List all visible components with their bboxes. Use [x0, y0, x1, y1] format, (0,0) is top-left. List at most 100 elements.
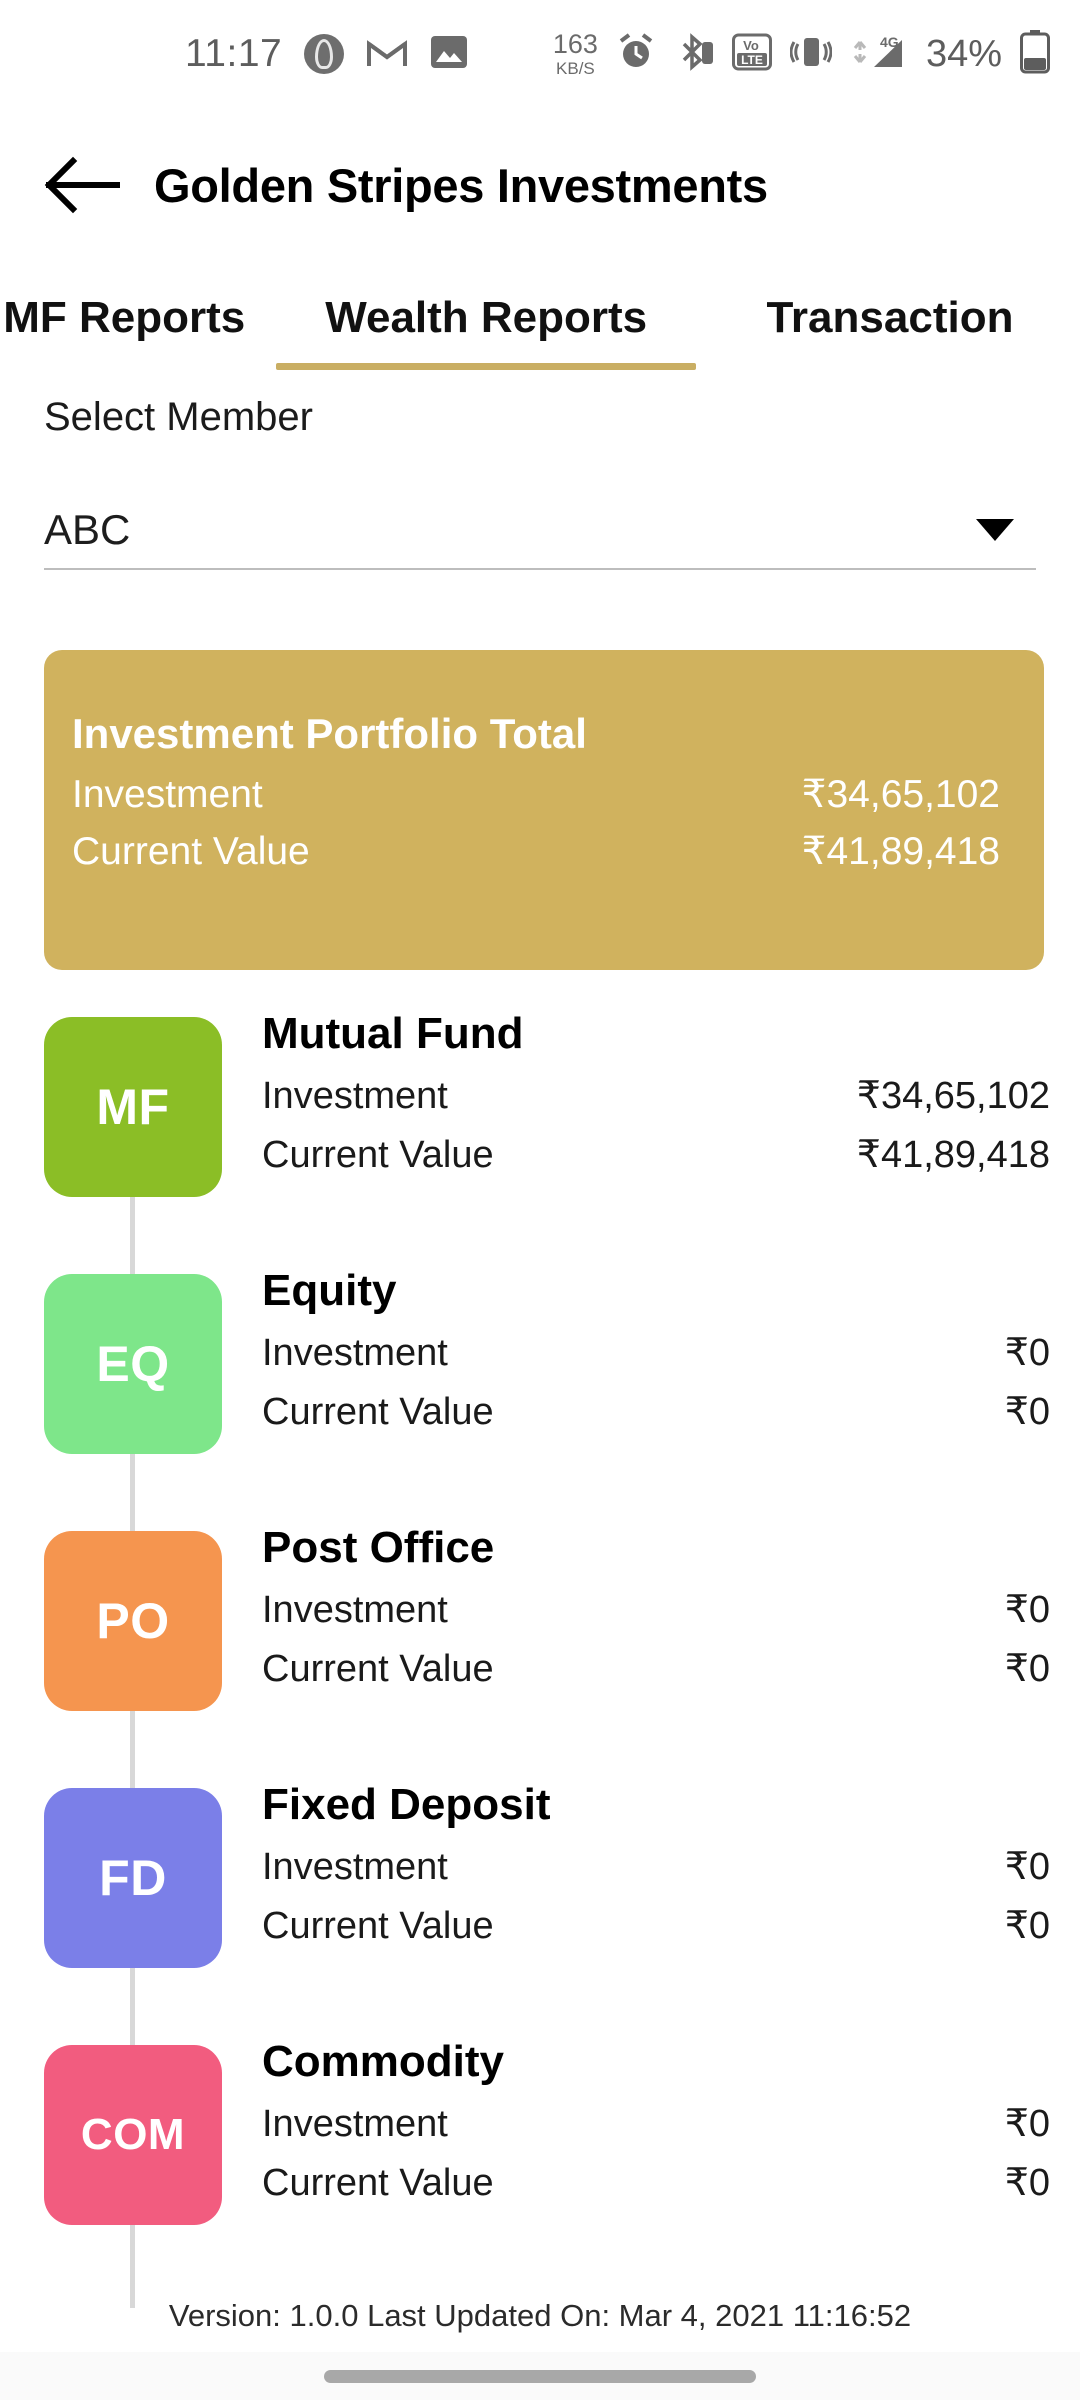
asset-investment-value: ₹0 [1004, 2103, 1050, 2145]
list-item[interactable]: MF Mutual Fund Investment ₹34,65,102 Cur… [0, 1005, 1080, 1262]
asset-current-value-label: Current Value [262, 1391, 494, 1433]
asset-code-label: COM [80, 2110, 186, 2159]
tab-wealth-reports[interactable]: Wealth Reports [272, 262, 700, 374]
portfolio-total-card: Investment Portfolio Total Investment ₹3… [44, 650, 1044, 970]
tab-underline-active [276, 363, 696, 370]
asset-current-value: ₹41,89,418 [856, 1134, 1050, 1176]
asset-current-value-row: Current Value ₹0 [262, 1903, 1050, 1948]
svg-text:LTE: LTE [741, 53, 763, 67]
signal-4g-icon: 4G [850, 32, 908, 77]
asset-investment-label: Investment [262, 1332, 448, 1374]
app-circle-icon [304, 34, 345, 74]
gmail-icon [366, 36, 408, 73]
bluetooth-icon [674, 32, 714, 77]
app-screen: 11:17 163 KB/S Vo LTE 4G 34% Golden Stri… [0, 0, 1080, 2400]
member-select-dropdown[interactable]: ABC [44, 492, 1036, 570]
asset-current-value-row: Current Value ₹41,89,418 [262, 1132, 1050, 1177]
list-item[interactable]: FD Fixed Deposit Investment ₹0 Current V… [0, 1776, 1080, 2033]
asset-name: Post Office [262, 1523, 495, 1572]
asset-current-value-row: Current Value ₹0 [262, 1646, 1050, 1691]
member-select-section: Select Member ABC [44, 395, 1036, 570]
back-arrow-icon[interactable] [22, 135, 142, 235]
asset-current-value-row: Current Value ₹0 [262, 2160, 1050, 2205]
asset-current-value-label: Current Value [262, 1905, 494, 1947]
tab-wealth-reports-label: Wealth Reports [325, 293, 648, 342]
photos-icon [430, 33, 468, 76]
asset-details: Post Office Investment ₹0 Current Value … [262, 1519, 1050, 1691]
asset-investment-row: Investment ₹0 [262, 1844, 1050, 1889]
tab-mf-reports[interactable]: MF Reports [0, 262, 272, 374]
asset-current-value-label: Current Value [262, 2162, 494, 2204]
asset-investment-value: ₹34,65,102 [856, 1075, 1050, 1117]
member-select-value: ABC [44, 506, 131, 553]
asset-badge-fd: FD [44, 1788, 222, 1968]
app-bar: Golden Stripes Investments [0, 125, 1080, 245]
asset-badge-po: PO [44, 1531, 222, 1711]
asset-investment-row: Investment ₹34,65,102 [262, 1073, 1050, 1118]
status-bar-clock: 11:17 [185, 32, 283, 75]
asset-investment-label: Investment [262, 1075, 448, 1117]
asset-badge-mf: MF [44, 1017, 222, 1197]
asset-badge-com: COM [44, 2045, 222, 2225]
asset-list: MF Mutual Fund Investment ₹34,65,102 Cur… [0, 1005, 1080, 2290]
asset-investment-value: ₹0 [1004, 1589, 1050, 1631]
asset-current-value: ₹0 [1004, 1905, 1050, 1947]
asset-investment-value: ₹0 [1004, 1332, 1050, 1374]
list-item[interactable]: PO Post Office Investment ₹0 Current Val… [0, 1519, 1080, 1776]
status-bar-right: 163 KB/S Vo LTE 4G 34% [552, 29, 1050, 79]
asset-details: Commodity Investment ₹0 Current Value ₹0 [262, 2033, 1050, 2205]
list-item[interactable]: COM Commodity Investment ₹0 Current Valu… [0, 2033, 1080, 2290]
network-speed-unit: KB/S [556, 59, 595, 78]
portfolio-current-value: ₹41,89,418 [801, 830, 1000, 873]
asset-code-label: EQ [96, 1336, 170, 1392]
svg-text:Vo: Vo [743, 38, 759, 53]
asset-investment-row: Investment ₹0 [262, 1587, 1050, 1632]
asset-current-value: ₹0 [1004, 1648, 1050, 1690]
system-navigation-bar [0, 2352, 1080, 2400]
asset-code-label: FD [99, 1850, 167, 1906]
page-title: Golden Stripes Investments [154, 158, 768, 212]
asset-investment-value: ₹0 [1004, 1846, 1050, 1888]
network-speed-value: 163 [552, 29, 598, 59]
asset-investment-label: Investment [262, 1589, 448, 1631]
chevron-down-icon[interactable] [976, 519, 1014, 541]
portfolio-investment-value: ₹34,65,102 [801, 773, 1000, 816]
gesture-handle[interactable] [324, 2370, 756, 2383]
asset-investment-label: Investment [262, 2103, 448, 2145]
asset-current-value-row: Current Value ₹0 [262, 1389, 1050, 1434]
tab-transaction-label: Transaction [766, 293, 1014, 342]
portfolio-current-value-label: Current Value [72, 830, 310, 873]
alarm-icon [616, 32, 656, 77]
asset-name: Commodity [262, 2037, 504, 2086]
battery-percent-label: 34% [925, 32, 1002, 75]
asset-name: Equity [262, 1266, 397, 1315]
asset-details: Fixed Deposit Investment ₹0 Current Valu… [262, 1776, 1050, 1948]
portfolio-investment-label: Investment [72, 773, 263, 816]
status-bar: 11:17 163 KB/S Vo LTE 4G 34% [0, 0, 1080, 108]
battery-icon [1020, 29, 1050, 79]
asset-name: Fixed Deposit [262, 1780, 551, 1829]
volte-icon: Vo LTE [731, 32, 772, 77]
asset-investment-row: Investment ₹0 [262, 2101, 1050, 2146]
tab-transaction[interactable]: Transaction [700, 262, 1080, 374]
portfolio-card-title: Investment Portfolio Total [72, 710, 587, 757]
portfolio-current-value-row: Current Value ₹41,89,418 [72, 829, 1000, 874]
tab-bar: MF Reports Wealth Reports Transaction [0, 262, 1080, 374]
list-item[interactable]: EQ Equity Investment ₹0 Current Value ₹0 [0, 1262, 1080, 1519]
asset-current-value: ₹0 [1004, 2162, 1050, 2204]
vibrate-icon [789, 32, 833, 77]
asset-current-value: ₹0 [1004, 1391, 1050, 1433]
network-speed-indicator: 163 KB/S [552, 29, 598, 78]
status-bar-left: 11:17 [185, 32, 468, 76]
asset-badge-eq: EQ [44, 1274, 222, 1454]
asset-investment-label: Investment [262, 1846, 448, 1888]
tab-mf-reports-label: MF Reports [3, 293, 246, 342]
version-footer: Version: 1.0.0 Last Updated On: Mar 4, 2… [168, 2298, 912, 2333]
asset-current-value-label: Current Value [262, 1134, 494, 1176]
asset-investment-row: Investment ₹0 [262, 1330, 1050, 1375]
select-member-label: Select Member [44, 395, 313, 439]
asset-details: Equity Investment ₹0 Current Value ₹0 [262, 1262, 1050, 1434]
asset-current-value-label: Current Value [262, 1648, 494, 1690]
asset-code-label: MF [96, 1079, 170, 1135]
asset-code-label: PO [96, 1593, 170, 1649]
